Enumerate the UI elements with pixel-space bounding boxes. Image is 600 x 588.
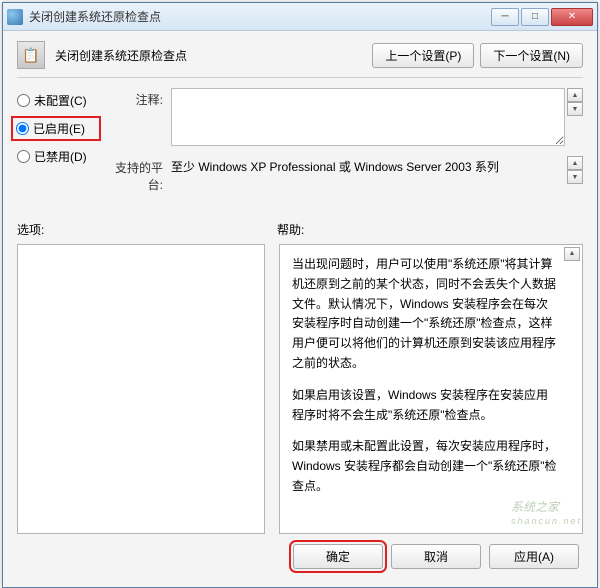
radio-disabled-input[interactable] (17, 150, 30, 163)
help-label: 帮助: (277, 221, 304, 238)
spin-up-icon[interactable]: ▲ (567, 156, 583, 170)
note-row: 注释: ▲ ▼ (109, 88, 583, 146)
radio-enabled[interactable]: 已启用(E) (14, 119, 98, 138)
panels: 当出现问题时，用户可以使用"系统还原"将其计算机还原到之前的某个状态，同时不会丢… (17, 244, 583, 534)
prev-setting-button[interactable]: 上一个设置(P) (372, 43, 474, 68)
platform-spinner: ▲ ▼ (567, 156, 583, 184)
config-area: 未配置(C) 已启用(E) 已禁用(D) 注释: ▲ ▼ (17, 88, 583, 203)
page-title: 关闭创建系统还原检查点 (55, 47, 362, 64)
help-paragraph: 当出现问题时，用户可以使用"系统还原"将其计算机还原到之前的某个状态，同时不会丢… (292, 255, 558, 374)
cancel-button[interactable]: 取消 (391, 544, 481, 569)
footer: 确定 取消 应用(A) (17, 534, 583, 573)
dialog-window: 关闭创建系统还原检查点 ─ □ ✕ 📋 关闭创建系统还原检查点 上一个设置(P)… (2, 2, 598, 588)
spin-down-icon[interactable]: ▼ (567, 170, 583, 184)
policy-icon: 📋 (17, 41, 45, 69)
minimize-button[interactable]: ─ (491, 8, 519, 26)
window-controls: ─ □ ✕ (491, 8, 593, 26)
spin-up-icon[interactable]: ▲ (567, 88, 583, 102)
scroll-up-icon[interactable]: ▲ (564, 247, 580, 261)
help-panel: 当出现问题时，用户可以使用"系统还原"将其计算机还原到之前的某个状态，同时不会丢… (279, 244, 583, 534)
options-panel (17, 244, 265, 534)
note-label: 注释: (109, 88, 171, 108)
options-label: 选项: (17, 221, 277, 238)
spin-down-icon[interactable]: ▼ (567, 102, 583, 116)
titlebar[interactable]: 关闭创建系统还原检查点 ─ □ ✕ (3, 3, 597, 31)
radio-group: 未配置(C) 已启用(E) 已禁用(D) (17, 88, 95, 203)
maximize-button[interactable]: □ (521, 8, 549, 26)
ok-button[interactable]: 确定 (293, 544, 383, 569)
right-column: 注释: ▲ ▼ 支持的平台: 至少 Windows XP Professiona… (109, 88, 583, 203)
help-paragraph: 如果禁用或未配置此设置，每次安装应用程序时，Windows 安装程序都会自动创建… (292, 437, 558, 496)
nav-buttons: 上一个设置(P) 下一个设置(N) (372, 43, 583, 68)
radio-not-configured-input[interactable] (17, 94, 30, 107)
note-input[interactable] (171, 88, 565, 146)
next-setting-button[interactable]: 下一个设置(N) (480, 43, 583, 68)
header-row: 📋 关闭创建系统还原检查点 上一个设置(P) 下一个设置(N) (17, 41, 583, 78)
help-paragraph: 如果启用该设置，Windows 安装程序在安装应用程序时将不会生成"系统还原"检… (292, 386, 558, 426)
window-title: 关闭创建系统还原检查点 (29, 8, 491, 25)
close-button[interactable]: ✕ (551, 8, 593, 26)
radio-enabled-label: 已启用(E) (33, 120, 85, 137)
app-icon (7, 9, 23, 25)
dialog-content: 📋 关闭创建系统还原检查点 上一个设置(P) 下一个设置(N) 未配置(C) 已… (3, 31, 597, 587)
apply-button[interactable]: 应用(A) (489, 544, 579, 569)
radio-not-configured[interactable]: 未配置(C) (17, 92, 95, 109)
radio-enabled-input[interactable] (16, 122, 29, 135)
platform-label: 支持的平台: (109, 156, 171, 193)
platform-row: 支持的平台: 至少 Windows XP Professional 或 Wind… (109, 156, 583, 193)
note-spinner: ▲ ▼ (567, 88, 583, 116)
radio-not-configured-label: 未配置(C) (34, 92, 87, 109)
section-labels: 选项: 帮助: (17, 221, 583, 238)
radio-disabled-label: 已禁用(D) (34, 148, 87, 165)
radio-disabled[interactable]: 已禁用(D) (17, 148, 95, 165)
help-scroll: ▲ (564, 247, 580, 261)
platform-value: 至少 Windows XP Professional 或 Windows Ser… (171, 156, 565, 175)
